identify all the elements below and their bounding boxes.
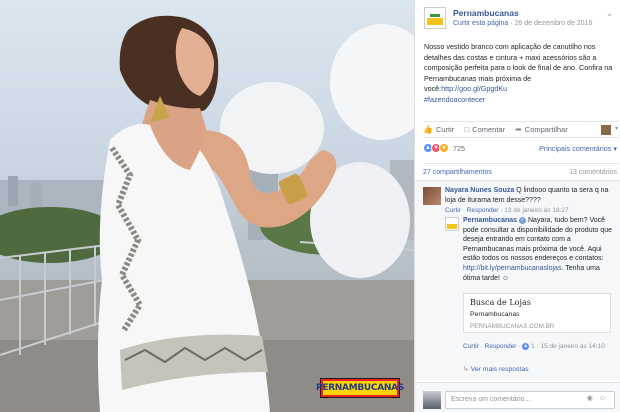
link-card-url: PERNAMBUCANAS.COM.BR <box>470 323 555 330</box>
post-hashtag[interactable]: #fazendoacontecer <box>424 95 614 106</box>
more-replies-link[interactable]: ↳ Ver mais respostas <box>463 365 529 373</box>
link-card-desc: Pernambucanas <box>470 311 520 318</box>
share-icon: ➦ <box>515 125 522 134</box>
follow-page-link[interactable]: Curtir esta página <box>453 20 508 27</box>
comment-input-placeholder: Escreva um comentário... <box>451 396 531 403</box>
link-card-title: Busca de Lojas <box>470 298 531 307</box>
share-button[interactable]: ➦ Compartilhar <box>515 125 568 134</box>
avatar[interactable] <box>423 391 441 409</box>
reply-time[interactable]: 15 de janeiro às 14:10 <box>540 343 604 350</box>
post-caption: Nosso vestido branco com aplicação de ca… <box>424 42 614 106</box>
reply-meta: Curtir · Responder · ▲ 1 · 15 de janeiro… <box>463 342 605 350</box>
reply-like-link[interactable]: Curtir <box>463 343 479 350</box>
reaction-count: 725 <box>453 144 465 153</box>
reply-reply-link[interactable]: Responder <box>485 343 517 350</box>
comment-like-link[interactable]: Curtir <box>445 207 461 214</box>
smile-emoji-icon: ☺ <box>501 274 510 282</box>
meta-separator: · <box>510 20 513 27</box>
engagement-counts: 27 compartilhamentos 13 comentários <box>423 163 619 179</box>
link-preview-card[interactable]: Busca de Lojas Pernambucanas PERNAMBUCAN… <box>463 293 611 333</box>
post-caption-link[interactable]: http://goo.gl/GpgdKu <box>441 84 507 93</box>
avatar[interactable] <box>423 187 441 205</box>
post-date[interactable]: 26 de dezembro de 2016 <box>515 20 593 27</box>
chevron-down-icon[interactable]: ⌄ <box>606 9 613 18</box>
post-meta: Curtir esta página · 26 de dezembro de 2… <box>453 20 592 27</box>
comment-meta: Curtir · Responder · 13 de janeiro às 18… <box>445 207 569 215</box>
page-avatar[interactable] <box>424 7 446 29</box>
page-name-link[interactable]: Pernambucanas <box>453 8 519 18</box>
page-reply-avatar[interactable] <box>445 217 459 231</box>
comments-section: Nayara Nunes Souza Q lindooo quanto ta s… <box>415 180 620 380</box>
reactions-summary[interactable]: ▲ ♥ ● 725 Principais comentários ▾ <box>423 142 619 156</box>
photo-illustration <box>0 15 414 412</box>
comment-input[interactable]: Escreva um comentário... ◉ ☺ <box>445 391 615 409</box>
actor-selector-caret-icon[interactable]: ▾ <box>615 125 618 132</box>
comment-composer: Escreva um comentário... ◉ ☺ <box>415 382 620 412</box>
reply-body: Pernambucanas ✓ Nayara, tudo bem? Você p… <box>463 216 615 283</box>
like-label: Curtir <box>435 125 455 134</box>
camera-icon[interactable]: ◉ ☺ <box>587 394 608 402</box>
comments-count: 13 comentários <box>569 169 617 176</box>
comment-body: Nayara Nunes Souza Q lindooo quanto ta s… <box>445 186 613 216</box>
reply-arrow-icon: ↳ <box>463 366 469 373</box>
brand-badge: PERNAMBUCANAS <box>316 378 404 398</box>
comment-author[interactable]: Nayara Nunes Souza <box>445 187 514 194</box>
like-button[interactable]: 👍 Curtir <box>423 125 454 134</box>
comment-icon: □ <box>464 125 470 134</box>
share-label: Compartilhar <box>524 125 568 134</box>
verified-badge-icon: ✓ <box>519 216 527 224</box>
post-photo[interactable]: PERNAMBUCANAS <box>0 0 414 412</box>
comment-reply-link[interactable]: Responder <box>467 207 499 214</box>
comment-label: Comentar <box>472 125 506 134</box>
comment-time[interactable]: 13 de janeiro às 18:27 <box>504 207 568 214</box>
thumbs-up-icon: 👍 <box>423 125 433 134</box>
post-header: Pernambucanas Curtir esta página · 26 de… <box>423 7 617 33</box>
actor-avatar[interactable] <box>601 125 611 135</box>
comment-button[interactable]: □ Comentar <box>464 125 505 134</box>
reply-like-count[interactable]: 1 <box>531 343 535 350</box>
reply-author[interactable]: Pernambucanas <box>463 217 517 224</box>
comment-sort-dropdown[interactable]: Principais comentários ▾ <box>539 144 617 153</box>
wow-reaction-icon: ● <box>439 143 449 153</box>
like-count-icon: ▲ <box>522 342 530 350</box>
shares-count-link[interactable]: 27 compartilhamentos <box>423 169 492 176</box>
reply-link[interactable]: http://bit.ly/pernambucanaslojas <box>463 265 561 272</box>
post-actions-bar: 👍 Curtir □ Comentar ➦ Compartilhar ▾ <box>423 121 619 138</box>
post-side-panel: Pernambucanas Curtir esta página · 26 de… <box>414 0 620 412</box>
